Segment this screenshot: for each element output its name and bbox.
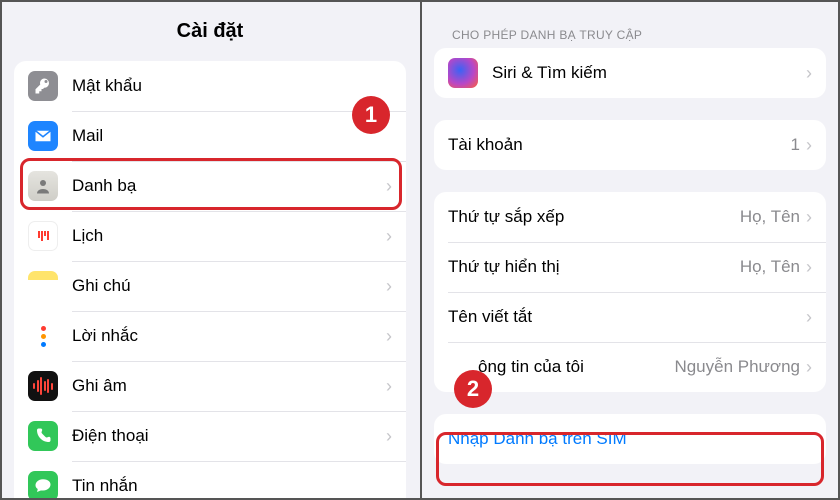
settings-row-notes[interactable]: Ghi chú › xyxy=(14,261,406,311)
row-label: Siri & Tìm kiếm xyxy=(492,63,806,83)
chevron-right-icon: › xyxy=(386,176,392,197)
row-label: Lời nhắc xyxy=(72,326,386,346)
chevron-right-icon: › xyxy=(386,376,392,397)
row-label: Mật khẩu xyxy=(72,76,392,96)
row-value: Họ, Tên xyxy=(740,257,800,277)
import-sim-group: Nhập Danh bạ trên SIM xyxy=(434,414,826,464)
row-label: Tin nhắn xyxy=(72,476,392,496)
reminders-icon xyxy=(28,321,58,351)
row-label: Thứ tự hiển thị xyxy=(448,257,740,277)
row-my-info[interactable]: ông tin của tôi Nguyễn Phương › xyxy=(434,342,826,392)
settings-row-voicememos[interactable]: Ghi âm › xyxy=(14,361,406,411)
phone-icon xyxy=(28,421,58,451)
notes-icon xyxy=(28,271,58,301)
section-header: CHO PHÉP DANH BẠ TRUY CẬP xyxy=(434,20,826,48)
siri-group: Siri & Tìm kiếm › xyxy=(434,48,826,98)
panel-divider xyxy=(420,0,422,500)
page-title: Cài đặt xyxy=(14,10,406,61)
row-label: Nhập Danh bạ trên SIM xyxy=(448,429,812,449)
chevron-right-icon: › xyxy=(386,276,392,297)
row-value: Nguyễn Phương xyxy=(674,357,800,377)
row-siri[interactable]: Siri & Tìm kiếm › xyxy=(434,48,826,98)
chevron-right-icon: › xyxy=(386,226,392,247)
chevron-right-icon: › xyxy=(806,357,812,378)
settings-row-messages[interactable]: Tin nhắn xyxy=(14,461,406,500)
contacts-settings-panel: CHO PHÉP DANH BẠ TRUY CẬP Siri & Tìm kiế… xyxy=(420,0,840,500)
row-label: Thứ tự sắp xếp xyxy=(448,207,740,227)
options-group: Thứ tự sắp xếp Họ, Tên › Thứ tự hiển thị… xyxy=(434,192,826,392)
chevron-right-icon: › xyxy=(806,135,812,156)
contacts-icon xyxy=(28,171,58,201)
chevron-right-icon: › xyxy=(806,207,812,228)
row-label: Ghi chú xyxy=(72,276,386,296)
key-icon xyxy=(28,71,58,101)
settings-row-contacts[interactable]: Danh bạ › xyxy=(14,161,406,211)
settings-row-calendar[interactable]: Lịch › xyxy=(14,211,406,261)
settings-group: Mật khẩu Mail Danh bạ › Lịch › Ghi chú xyxy=(14,61,406,500)
chevron-right-icon: › xyxy=(806,257,812,278)
row-label: Mail xyxy=(72,126,392,146)
chevron-right-icon: › xyxy=(386,326,392,347)
messages-icon xyxy=(28,471,58,500)
row-label: ông tin của tôi xyxy=(448,357,674,377)
row-label: Điện thoại xyxy=(72,426,386,446)
row-label: Tên viết tắt xyxy=(448,307,806,327)
row-label: Tài khoản xyxy=(448,135,791,155)
settings-left-panel: Cài đặt Mật khẩu Mail Danh bạ › Lịc xyxy=(0,0,420,500)
voice-memo-icon xyxy=(28,371,58,401)
accounts-group: Tài khoản 1 › xyxy=(434,120,826,170)
settings-row-mail[interactable]: Mail xyxy=(14,111,406,161)
chevron-right-icon: › xyxy=(806,63,812,84)
row-label: Ghi âm xyxy=(72,376,386,396)
settings-row-phone[interactable]: Điện thoại › xyxy=(14,411,406,461)
settings-row-reminders[interactable]: Lời nhắc › xyxy=(14,311,406,361)
row-value: 1 xyxy=(791,135,800,155)
settings-row-passwords[interactable]: Mật khẩu xyxy=(14,61,406,111)
row-label: Lịch xyxy=(72,226,386,246)
chevron-right-icon: › xyxy=(806,307,812,328)
row-import-sim[interactable]: Nhập Danh bạ trên SIM xyxy=(434,414,826,464)
row-accounts[interactable]: Tài khoản 1 › xyxy=(434,120,826,170)
chevron-right-icon: › xyxy=(386,426,392,447)
mail-icon xyxy=(28,121,58,151)
row-value: Họ, Tên xyxy=(740,207,800,227)
row-label: Danh bạ xyxy=(72,176,386,196)
calendar-icon xyxy=(28,221,58,251)
row-display-order[interactable]: Thứ tự hiển thị Họ, Tên › xyxy=(434,242,826,292)
row-short-name[interactable]: Tên viết tắt › xyxy=(434,292,826,342)
siri-icon xyxy=(448,58,478,88)
row-sort-order[interactable]: Thứ tự sắp xếp Họ, Tên › xyxy=(434,192,826,242)
